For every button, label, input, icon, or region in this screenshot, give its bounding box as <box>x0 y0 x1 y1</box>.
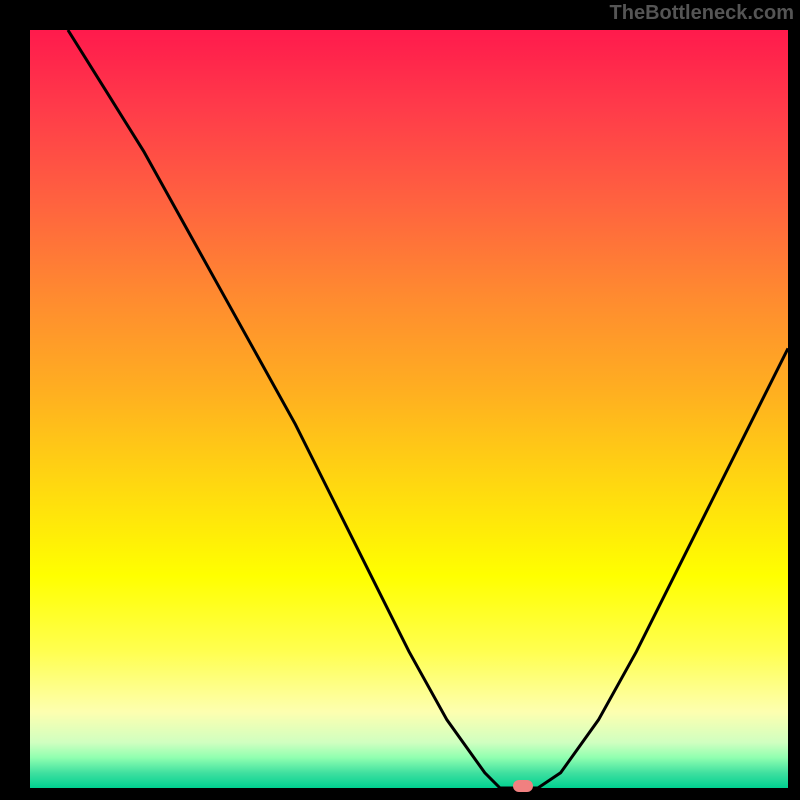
bottleneck-curve <box>68 30 788 788</box>
watermark-text: TheBottleneck.com <box>610 2 794 25</box>
plot-area <box>30 30 788 788</box>
curve-svg <box>30 30 788 788</box>
optimal-marker <box>513 780 533 792</box>
